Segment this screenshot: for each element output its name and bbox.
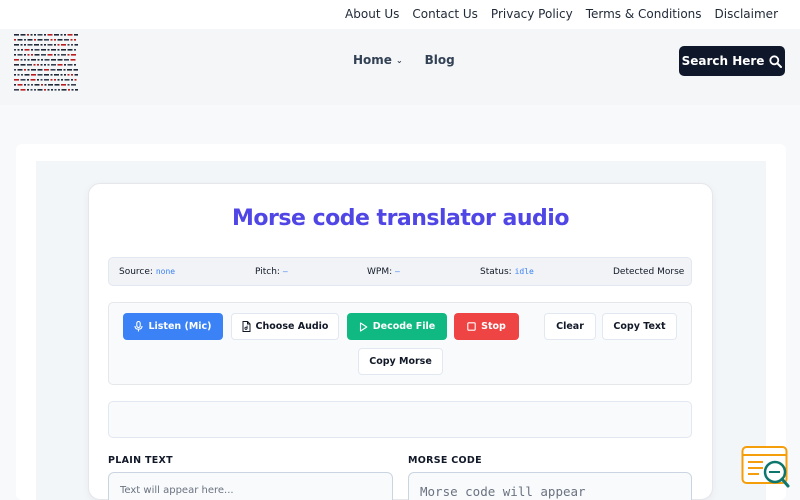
decode-file-button[interactable]: Decode File	[347, 313, 447, 340]
choose-audio-label: Choose Audio	[255, 321, 329, 332]
copy-morse-button[interactable]: Copy Morse	[358, 348, 443, 375]
decode-file-label: Decode File	[372, 321, 436, 332]
search-button[interactable]: Search Here	[679, 46, 785, 76]
detected-morse-output	[108, 401, 692, 438]
floating-search-widget-icon[interactable]	[741, 445, 791, 491]
nav-home[interactable]: Home ⌄	[353, 53, 403, 67]
clear-button[interactable]: Clear	[544, 313, 596, 340]
morse-code-label: MORSE CODE	[408, 455, 482, 466]
status-state-value: idle	[514, 267, 534, 276]
top-nav-about-us[interactable]: About Us	[345, 7, 399, 21]
status-bar: Source: none Pitch: – WPM: – Status: idl…	[108, 257, 692, 286]
status-pitch-value: –	[282, 267, 288, 276]
status-state: Status: idle	[480, 267, 534, 277]
search-icon	[769, 54, 783, 68]
page-title: Morse code translator audio	[232, 206, 569, 231]
site-logo[interactable]	[14, 32, 78, 94]
top-nav-disclaimer[interactable]: Disclaimer	[715, 7, 778, 21]
nav-home-label: Home	[353, 53, 392, 67]
top-nav-terms[interactable]: Terms & Conditions	[586, 7, 702, 21]
status-pitch: Pitch: –	[255, 267, 288, 277]
status-wpm-label: WPM:	[367, 267, 393, 277]
choose-audio-button[interactable]: Choose Audio	[231, 313, 339, 340]
morse-code-input[interactable]	[408, 472, 692, 500]
chevron-down-icon: ⌄	[395, 55, 403, 65]
plain-text-input[interactable]	[108, 472, 393, 500]
listen-mic-label: Listen (Mic)	[148, 321, 212, 332]
status-wpm-value: –	[395, 267, 400, 276]
status-source: Source: none	[119, 267, 175, 277]
search-button-label: Search Here	[681, 54, 765, 68]
plain-text-label: PLAIN TEXT	[108, 455, 173, 466]
status-wpm: WPM: –	[367, 267, 400, 277]
stop-icon	[467, 322, 476, 331]
nav-blog[interactable]: Blog	[425, 53, 455, 67]
top-nav: About Us Contact Us Privacy Policy Terms…	[345, 7, 778, 21]
microphone-icon	[134, 321, 144, 332]
listen-mic-button[interactable]: Listen (Mic)	[123, 313, 223, 340]
copy-text-label: Copy Text	[613, 321, 666, 332]
top-bar: About Us Contact Us Privacy Policy Terms…	[0, 0, 800, 29]
status-pitch-label: Pitch:	[255, 267, 280, 277]
status-source-label: Source:	[119, 267, 153, 277]
copy-text-button[interactable]: Copy Text	[602, 313, 677, 340]
file-audio-icon	[242, 321, 251, 332]
clear-label: Clear	[556, 321, 584, 332]
stop-button[interactable]: Stop	[454, 313, 519, 340]
play-icon	[359, 321, 368, 332]
status-state-label: Status:	[480, 267, 512, 277]
status-detected-morse: Detected Morse	[613, 267, 685, 277]
stop-label: Stop	[481, 321, 506, 332]
top-nav-contact-us[interactable]: Contact Us	[412, 7, 478, 21]
copy-morse-label: Copy Morse	[369, 356, 432, 367]
status-source-value: none	[155, 267, 176, 276]
top-nav-privacy-policy[interactable]: Privacy Policy	[491, 7, 573, 21]
main-nav: Home ⌄ Blog	[353, 53, 455, 67]
controls-panel: Listen (Mic) Choose Audio Decode File St…	[108, 302, 692, 385]
nav-blog-label: Blog	[424, 53, 455, 67]
